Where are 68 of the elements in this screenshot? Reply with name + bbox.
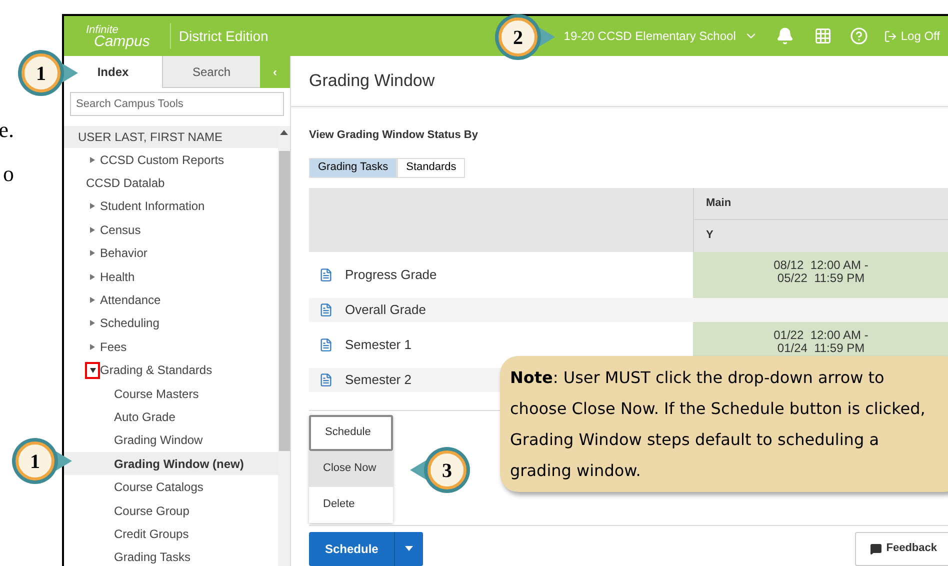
document-icon xyxy=(319,268,333,282)
sidebar-item-label: CCSD Custom Reports xyxy=(100,152,224,169)
menu-item[interactable]: Close Now xyxy=(309,450,393,486)
sidebar-item-label: Grading & Standards xyxy=(100,362,212,380)
callout-number: 2 xyxy=(513,27,523,49)
window-cell: 08/12 12:00 AM - 05/22 11:59 PM xyxy=(693,252,948,298)
scrollbar[interactable] xyxy=(278,126,290,566)
logo-text: Infinite xyxy=(86,25,118,36)
sidebar-item-label: Student Information xyxy=(100,198,205,216)
document-icon xyxy=(319,302,333,316)
sidebar-subitem[interactable]: Grading Window (new) xyxy=(64,452,278,476)
sidebar-subitem[interactable]: Auto Grade xyxy=(64,405,278,429)
sidebar-item-label: Health xyxy=(100,268,135,286)
sidebar-subitem[interactable]: Credit Groups xyxy=(64,522,278,546)
sidebar-item-label: Fees xyxy=(100,338,127,356)
callout-number: 1 xyxy=(30,451,40,473)
section-label: View Grading Window Status By xyxy=(309,128,479,143)
feedback-button[interactable]: Feedback xyxy=(855,532,948,566)
column-header: Y xyxy=(705,228,714,244)
view-toggle[interactable]: Grading Tasks xyxy=(309,158,398,178)
sidebar-item[interactable]: Census xyxy=(64,218,278,242)
sidebar-item[interactable]: CCSD Datalab xyxy=(64,171,278,195)
user-name: USER LAST, FIRST NAME xyxy=(64,126,278,148)
view-toggle[interactable]: Standards xyxy=(397,158,466,178)
column-header: Main xyxy=(694,188,948,220)
callout-marker xyxy=(18,50,78,96)
sidebar-item-label: Scheduling xyxy=(100,315,160,332)
sidebar-item-label: Behavior xyxy=(100,245,148,262)
caret-down-icon[interactable] xyxy=(88,364,97,376)
sidebar-tab[interactable]: Search xyxy=(162,56,260,88)
log-off-icon xyxy=(884,30,897,42)
page-title: Grading Window xyxy=(309,70,435,92)
task-name: Semester 1 xyxy=(345,336,412,354)
chat-icon xyxy=(870,542,882,554)
sidebar-item-label: Attendance xyxy=(100,292,161,310)
sidebar-item[interactable]: Student Information xyxy=(64,194,278,218)
document-text: o xyxy=(3,160,14,188)
edition-label: District Edition xyxy=(178,26,268,46)
sidebar-item[interactable]: Attendance xyxy=(64,288,278,312)
callout-marker xyxy=(495,14,555,60)
sidebar-subitem[interactable]: Course Masters xyxy=(64,382,278,406)
callout-number: 3 xyxy=(442,460,452,482)
menu-item[interactable]: Schedule xyxy=(309,414,393,450)
sidebar-item[interactable]: Scheduling xyxy=(64,312,278,336)
sidebar-subitem[interactable]: Grading Tasks xyxy=(64,546,278,566)
sidebar-item[interactable]: Grading & Standards xyxy=(64,358,278,382)
sidebar-subitem[interactable]: Course Group xyxy=(64,498,278,522)
document-icon xyxy=(319,338,333,352)
sidebar-item[interactable]: Behavior xyxy=(64,242,278,265)
sidebar-item[interactable]: Health xyxy=(64,264,278,288)
sidebar-subitem[interactable]: Grading Window xyxy=(64,428,278,452)
callout-marker xyxy=(12,438,72,484)
task-name: Semester 2 xyxy=(345,370,412,389)
note-text: Note: User MUST click the drop-down arrow to choose Close Now. If the Schedule button is clicked, Grading Window steps default to scheduling a grading window. xyxy=(510,368,926,480)
task-name: Overall Grade xyxy=(345,300,426,319)
sidebar-item-label: CCSD Datalab xyxy=(86,175,165,192)
sidebar-item-label: Census xyxy=(100,222,141,239)
callout-marker xyxy=(410,447,470,493)
search-field[interactable]: Search Campus Tools xyxy=(70,92,284,116)
task-name: Progress Grade xyxy=(345,266,437,284)
menu-item[interactable]: Delete xyxy=(309,486,393,522)
sidebar-subitem[interactable]: Course Catalogs xyxy=(64,475,278,499)
callout-number: 1 xyxy=(36,63,46,85)
document-icon xyxy=(319,372,333,386)
sidebar-item[interactable]: CCSD Custom Reports xyxy=(64,148,278,172)
sidebar-item[interactable]: Fees xyxy=(64,335,278,359)
logo-text: Campus xyxy=(94,36,150,47)
caret-down-icon xyxy=(405,546,414,551)
